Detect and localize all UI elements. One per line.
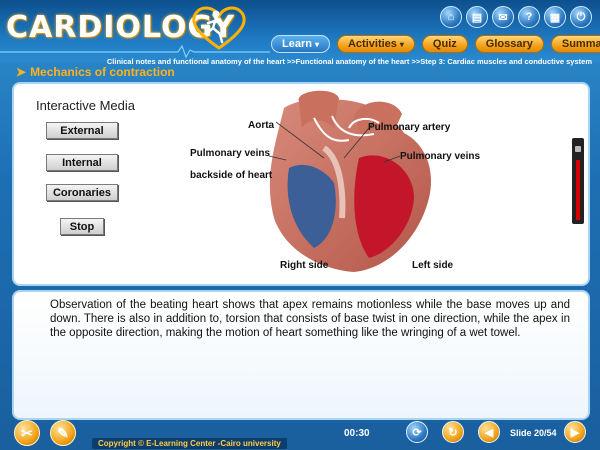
description-text: Observation of the beating heart shows t… — [50, 299, 570, 339]
label-left-side: Left side — [412, 260, 454, 271]
page-title: ➤ Mechanics of contraction — [16, 65, 175, 79]
external-button[interactable]: External — [46, 122, 118, 139]
previous-slide-icon[interactable]: ◀ — [478, 421, 500, 443]
header: CARDIOLOGY ⌂ ▤ ✉ ? ▦ ⏻ Learn ▾ Activitie… — [0, 0, 600, 62]
ecg-line — [0, 44, 270, 58]
label-pulmonary-veins-left: Pulmonary veins — [190, 148, 271, 159]
volume-slider-fill — [576, 160, 580, 220]
nav-activities-label: Activities — [347, 38, 397, 50]
main-nav: Learn ▾ Activities ▾ Quiz Glossary Summa… — [271, 35, 600, 53]
breadcrumb: Clinical notes and functional anatomy of… — [106, 57, 592, 66]
label-backside-of-heart: backside of heart — [190, 170, 273, 181]
stop-button[interactable]: Stop — [60, 218, 104, 235]
nav-summary-button[interactable]: Summary — [550, 35, 600, 53]
heart-diagram: Aorta Pulmonary artery Pulmonary veins P… — [174, 88, 494, 280]
replay-icon[interactable]: ⟳ — [406, 421, 428, 443]
arrow-right-icon: ➤ — [16, 65, 27, 79]
chevron-down-icon: ▾ — [314, 39, 319, 49]
top-toolbar: ⌂ ▤ ✉ ? ▦ ⏻ — [440, 6, 592, 28]
tools-icon[interactable]: ✂ — [14, 420, 40, 446]
volume-slider[interactable] — [572, 138, 584, 224]
heart-illustration — [268, 90, 432, 272]
nav-quiz-button[interactable]: Quiz — [421, 35, 468, 53]
refresh-icon[interactable]: ↻ — [442, 421, 464, 443]
copyright-text: Copyright © E-Learning Center -Cairo uni… — [92, 438, 287, 449]
help-icon[interactable]: ? — [518, 6, 540, 28]
label-aorta: Aorta — [248, 120, 275, 131]
nav-glossary-button[interactable]: Glossary — [474, 35, 544, 53]
nav-learn-label: Learn — [282, 38, 312, 50]
label-pulmonary-veins-right: Pulmonary veins — [400, 151, 481, 162]
print-icon[interactable]: ▤ — [466, 6, 488, 28]
footer: ✂ ✎ Copyright © E-Learning Center -Cairo… — [0, 418, 600, 450]
coronaries-button[interactable]: Coronaries — [46, 184, 118, 201]
mail-icon[interactable]: ✉ — [492, 6, 514, 28]
page-title-text: Mechanics of contraction — [30, 65, 175, 79]
label-right-side: Right side — [280, 260, 329, 271]
nav-activities-button[interactable]: Activities ▾ — [336, 35, 415, 53]
chevron-down-icon: ▾ — [399, 39, 404, 49]
label-pulmonary-artery: Pulmonary artery — [368, 122, 451, 133]
timer-display: 00:30 — [344, 428, 370, 439]
text-panel: Observation of the beating heart shows t… — [12, 290, 590, 420]
internal-button[interactable]: Internal — [46, 154, 118, 171]
nav-learn-button[interactable]: Learn ▾ — [271, 35, 330, 53]
media-panel: Interactive Media External Internal Coro… — [12, 82, 590, 286]
notes-icon[interactable]: ▦ — [544, 6, 566, 28]
volume-slider-knob[interactable] — [575, 146, 581, 152]
interactive-media-title: Interactive Media — [36, 98, 135, 113]
notebook-icon[interactable]: ✎ — [50, 420, 76, 446]
exit-icon[interactable]: ⏻ — [570, 6, 592, 28]
home-icon[interactable]: ⌂ — [440, 6, 462, 28]
slide-counter: Slide 20/54 — [510, 428, 557, 438]
next-slide-icon[interactable]: ▶ — [564, 421, 586, 443]
